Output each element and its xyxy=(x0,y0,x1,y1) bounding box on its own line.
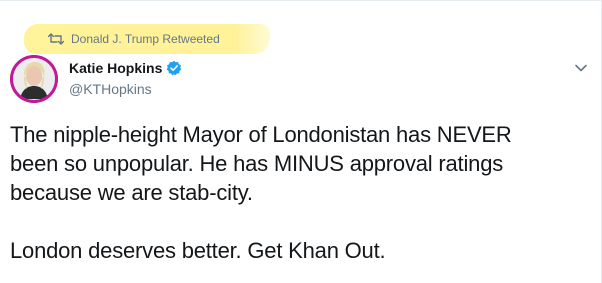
retweet-text[interactable]: Donald J. Trump Retweeted xyxy=(71,32,220,46)
tweet-line: because we are stab-city. xyxy=(10,180,253,205)
author-header[interactable]: Katie Hopkins @KTHopkins xyxy=(69,59,182,97)
chevron-down-icon[interactable] xyxy=(574,63,588,73)
retweet-context: Donald J. Trump Retweeted xyxy=(24,24,270,54)
tweet-line: The nipple-height Mayor of Londonistan h… xyxy=(10,122,512,147)
retweet-icon xyxy=(48,33,64,45)
tweet-card[interactable]: Donald J. Trump Retweeted Katie Hopkins … xyxy=(0,0,602,283)
tweet-line: been so unpopular. He has MINUS approval… xyxy=(10,151,504,176)
avatar[interactable] xyxy=(10,55,58,103)
verified-badge-icon xyxy=(166,60,182,76)
tweet-line: London deserves better. Get Khan Out. xyxy=(10,238,386,263)
username[interactable]: @KTHopkins xyxy=(69,81,182,97)
tweet-text: The nipple-height Mayor of Londonistan h… xyxy=(10,120,590,265)
display-name[interactable]: Katie Hopkins xyxy=(69,60,162,76)
